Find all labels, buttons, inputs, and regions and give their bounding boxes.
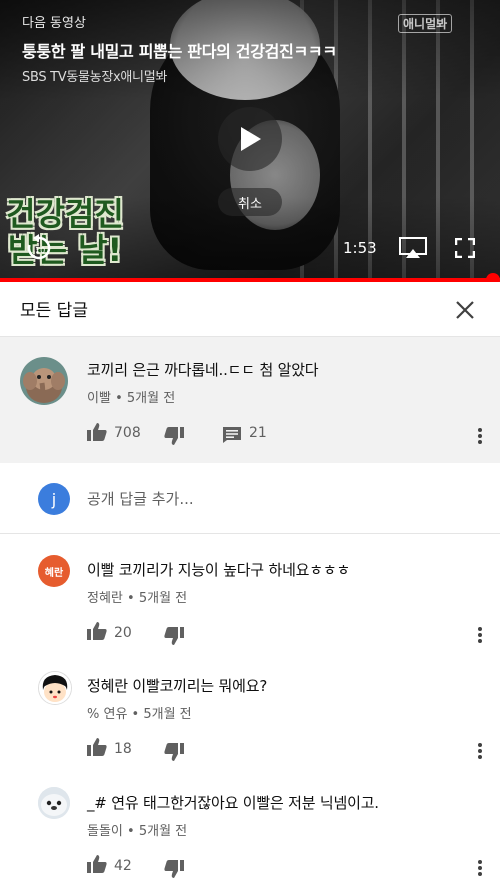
dislike-button[interactable] (164, 860, 184, 878)
thumbs-down-icon (164, 743, 184, 761)
more-options-icon[interactable] (477, 427, 483, 445)
video-title[interactable]: 퉁퉁한 팔 내밀고 피뽑는 판다의 건강검진ㅋㅋㅋ (22, 38, 337, 62)
more-options-icon[interactable] (477, 859, 483, 877)
dislike-button[interactable] (164, 627, 184, 645)
play-button[interactable] (218, 107, 282, 171)
reply-time: 5개월 전 (138, 824, 188, 839)
comment-meta: 이빨 • 5개월 전 (87, 387, 175, 406)
reply-author[interactable]: 돌돌이 (87, 824, 123, 839)
add-reply-row[interactable] (0, 463, 500, 533)
meta-separator: • (127, 824, 135, 839)
row-divider (0, 533, 500, 534)
like-button[interactable] (87, 738, 107, 756)
cast-icon[interactable] (398, 236, 428, 260)
like-count: 20 (114, 625, 132, 641)
comment-time: 5개월 전 (126, 391, 176, 406)
channel-watermark: 애니멀봐 (398, 14, 453, 33)
like-count: 708 (114, 425, 141, 441)
video-player[interactable]: 다음 동영상 퉁퉁한 팔 내밀고 피뽑는 판다의 건강검진ㅋㅋㅋ SBS TV동… (0, 0, 500, 282)
elephant-avatar-image (20, 357, 68, 405)
progress-bar-fill (0, 278, 493, 282)
reply-time: 5개월 전 (138, 591, 188, 606)
more-options-icon[interactable] (477, 626, 483, 644)
reply-meta: 정혜란 • 5개월 전 (87, 587, 187, 606)
thumbs-up-icon (87, 423, 107, 441)
up-next-label: 다음 동영상 (22, 16, 86, 31)
close-icon[interactable] (452, 297, 478, 323)
reply-text: 정혜란 이빨코끼리는 뭐에요? (87, 677, 268, 695)
seal-avatar-image (38, 787, 70, 819)
dislike-button[interactable] (164, 427, 184, 445)
thumbs-down-icon (164, 427, 184, 445)
reply-meta: % 연유 • 5개월 전 (87, 703, 192, 722)
meta-separator: • (127, 591, 135, 606)
reply-author[interactable]: % 연유 (87, 707, 127, 722)
progress-scrubber[interactable] (485, 273, 500, 282)
video-caption-line1: 건강검진 (6, 195, 124, 233)
svg-text:10: 10 (35, 246, 45, 255)
reply-text: 이빨 코끼리가 지능이 높다구 하네요ㅎㅎㅎ (87, 561, 351, 579)
panel-title: 모든 답글 (20, 301, 88, 321)
reply-count-button[interactable] (223, 427, 241, 443)
avatar-text: 혜란 (44, 567, 64, 579)
thumbs-down-icon (164, 627, 184, 645)
like-button[interactable] (87, 622, 107, 640)
channel-name[interactable]: SBS TV동물농장x애니멀봐 (22, 66, 167, 85)
current-user-avatar-letter: j (51, 489, 57, 509)
like-count: 42 (114, 858, 132, 874)
add-reply-input[interactable]: 공개 답글 추가... (87, 488, 194, 509)
dislike-button[interactable] (164, 743, 184, 761)
comment-text: 코끼리 은근 까다롭네..ㄷㄷ 첨 알았다 (87, 361, 319, 379)
meta-separator: • (115, 391, 123, 406)
avatar[interactable]: 혜란 (38, 555, 70, 587)
reply-meta: 돌돌이 • 5개월 전 (87, 820, 187, 839)
comment-icon (223, 427, 241, 443)
avatar[interactable] (38, 671, 72, 705)
current-user-avatar: j (38, 483, 70, 515)
avatar[interactable] (38, 787, 70, 819)
more-options-icon[interactable] (477, 742, 483, 760)
reply-time: 5개월 전 (143, 707, 192, 722)
reply-count: 21 (249, 425, 267, 441)
like-button[interactable] (87, 423, 107, 441)
top-comment: 코끼리 은근 까다롭네..ㄷㄷ 첨 알았다 이빨 • 5개월 전 708 21 (0, 337, 500, 463)
cancel-autoplay-button[interactable]: 취소 (218, 188, 282, 216)
comment-author[interactable]: 이빨 (87, 391, 111, 406)
thumbs-up-icon (87, 855, 107, 873)
play-icon (241, 127, 261, 151)
cartoon-girl-avatar-image (39, 672, 71, 704)
replay-icon[interactable]: 10 (24, 233, 54, 263)
reply-author[interactable]: 정혜란 (87, 591, 123, 606)
like-button[interactable] (87, 855, 107, 873)
thumbs-down-icon (164, 860, 184, 878)
progress-bar[interactable] (0, 273, 500, 282)
reply-text: _# 연유 태그한거잖아요 이빨은 저분 닉넴이고. (87, 794, 379, 812)
meta-separator: • (131, 707, 140, 722)
fullscreen-icon[interactable] (455, 238, 475, 258)
avatar[interactable] (20, 357, 68, 405)
video-time: 1:53 (343, 239, 377, 257)
thumbs-up-icon (87, 622, 107, 640)
thumbs-up-icon (87, 738, 107, 756)
like-count: 18 (114, 741, 132, 757)
